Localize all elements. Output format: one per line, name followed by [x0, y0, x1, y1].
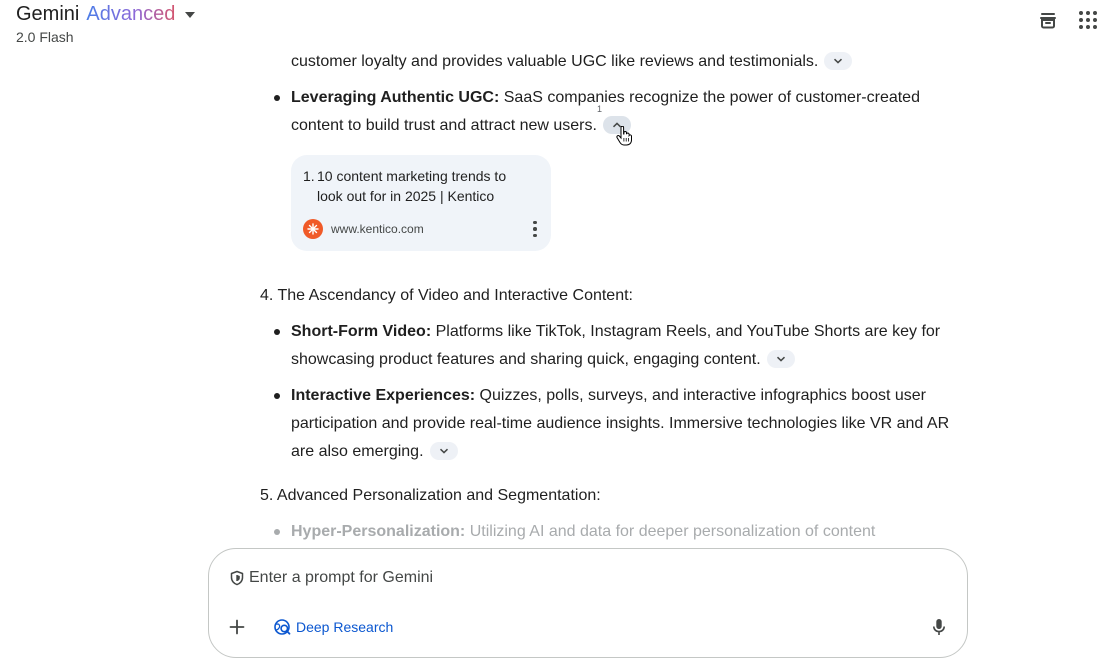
citation-chip[interactable] [766, 349, 795, 368]
bullet-dot [274, 329, 280, 335]
list-item-line: content to build trust and attract new u… [291, 104, 631, 140]
source-domain: www.kentico.com [331, 222, 424, 236]
bullet-title: Leveraging Authentic UGC: [291, 89, 500, 106]
hand-cursor-icon [616, 126, 632, 146]
bullet-text: customer loyalty and provides valuable U… [291, 53, 819, 70]
list-item-continued: customer loyalty and provides valuable U… [291, 48, 853, 76]
list-item-line: are also emerging. [291, 438, 458, 466]
section-heading: 4. The Ascendancy of Video and Interacti… [260, 287, 633, 304]
citation-chip[interactable] [824, 51, 853, 70]
citation-number: 1 [596, 103, 602, 114]
bullet-title: Interactive Experiences: [291, 387, 476, 404]
bullet-text: Platforms like TikTok, Instagram Reels, … [431, 323, 941, 340]
deep-research-button[interactable]: Deep Research [273, 616, 393, 638]
citation-chip[interactable] [429, 441, 458, 460]
bullet-text: Quizzes, polls, surveys, and interactive… [475, 387, 926, 404]
section-heading: 5. Advanced Personalization and Segmenta… [260, 487, 601, 504]
bullet-dot [274, 393, 280, 399]
bullet-dot [274, 95, 280, 101]
prompt-input[interactable] [249, 564, 929, 592]
source-number: 1. [303, 168, 315, 184]
bullet-text: SaaS companies recognize the power of cu… [499, 89, 920, 106]
source-title-row: 1. 10 content marketing trends to look o… [303, 166, 533, 206]
bullet-text: showcasing product features and sharing … [291, 351, 761, 368]
prompt-box: Deep Research [208, 548, 968, 658]
more-options-icon[interactable] [531, 219, 539, 239]
source-card[interactable]: 1. 10 content marketing trends to look o… [291, 155, 551, 251]
list-item: Hyper-Personalization: Utilizing AI and … [291, 518, 875, 546]
deep-research-icon [274, 619, 291, 635]
bullet-text: Utilizing AI and data for deeper persona… [465, 523, 876, 540]
bullet-dot [274, 529, 280, 535]
kentico-favicon-icon [303, 219, 323, 239]
microphone-button[interactable] [929, 617, 949, 637]
deep-research-label: Deep Research [296, 619, 394, 635]
bullet-title: Short-Form Video: [291, 323, 432, 340]
response-content: customer loyalty and provides valuable U… [0, 0, 1109, 548]
bullet-text: are also emerging. [291, 443, 424, 460]
add-attachment-button[interactable] [227, 617, 247, 637]
bullet-text: content to build trust and attract new u… [291, 117, 597, 134]
list-item-line: participation and provide real-time audi… [291, 410, 949, 438]
list-item: Short-Form Video: Platforms like TikTok,… [291, 318, 940, 346]
list-item-line: showcasing product features and sharing … [291, 346, 795, 374]
microphone-icon [933, 619, 945, 635]
list-item: Interactive Experiences: Quizzes, polls,… [291, 382, 926, 410]
shield-icon [230, 570, 244, 586]
bullet-title: Hyper-Personalization: [291, 523, 466, 540]
plus-icon [229, 619, 245, 635]
source-title: 10 content marketing trends to look out … [317, 168, 507, 204]
bullet-text: participation and provide real-time audi… [291, 415, 950, 432]
list-item: Leveraging Authentic UGC: SaaS companies… [291, 84, 920, 112]
